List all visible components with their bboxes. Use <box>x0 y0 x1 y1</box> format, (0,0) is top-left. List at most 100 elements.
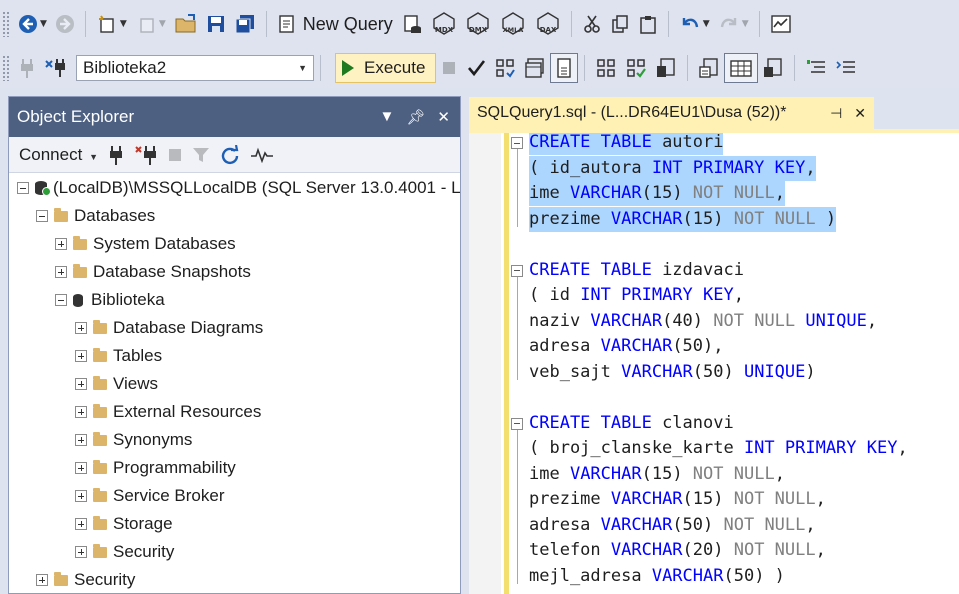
disconnect-icon[interactable] <box>134 144 158 166</box>
refresh-icon[interactable] <box>220 144 240 165</box>
tree-node[interactable]: Programmability <box>75 454 236 482</box>
cut-button[interactable] <box>578 9 606 39</box>
pin-icon[interactable]: 📌︎ <box>406 108 425 126</box>
analyze-query-button[interactable] <box>591 53 621 83</box>
tree-node[interactable]: Security <box>36 566 135 594</box>
tree-node[interactable]: Security <box>75 538 174 566</box>
expand-icon[interactable] <box>75 546 87 558</box>
window-position-dropdown-icon[interactable]: ▼ <box>380 108 395 126</box>
expand-icon[interactable] <box>75 434 87 446</box>
include-actual-plan-button[interactable] <box>621 53 651 83</box>
paste-button[interactable] <box>634 9 662 39</box>
sql-editor[interactable]: CREATE TABLE autori( id_autora INT PRIMA… <box>469 133 959 594</box>
collapse-region-icon[interactable] <box>511 137 523 149</box>
add-item-button[interactable]: ▼ <box>131 9 170 39</box>
code-line[interactable]: naziv VARCHAR(40) NOT NULL UNIQUE, <box>529 309 877 334</box>
tree-node[interactable]: Storage <box>75 510 173 538</box>
save-button[interactable] <box>202 9 230 39</box>
connect-dropdown-button[interactable]: Connect ▼ <box>19 145 98 165</box>
query-designer-button[interactable] <box>520 53 550 83</box>
expand-icon[interactable] <box>75 378 87 390</box>
expand-icon[interactable] <box>75 490 87 502</box>
comment-out-lines-button[interactable] <box>801 53 831 83</box>
tree-node[interactable]: Synonyms <box>75 426 192 454</box>
results-to-grid-button[interactable] <box>724 53 759 83</box>
toolbar-grip[interactable] <box>2 11 10 37</box>
tree-node[interactable]: Views <box>75 370 158 398</box>
code-line[interactable]: CREATE TABLE autori <box>529 133 724 155</box>
parse-button[interactable] <box>462 53 490 83</box>
filter-icon[interactable] <box>192 146 210 164</box>
code-line[interactable]: ( broj_clanske_karte INT PRIMARY KEY, <box>529 436 908 461</box>
tree-node[interactable]: Database Diagrams <box>75 314 263 342</box>
save-all-button[interactable] <box>230 9 260 39</box>
connect-plug-icon[interactable] <box>108 144 124 166</box>
collapse-icon[interactable] <box>17 182 29 194</box>
pin-tab-icon[interactable]: ⊣ <box>830 105 842 122</box>
display-estimated-plan-button[interactable] <box>490 53 520 83</box>
dax-query-button[interactable]: DAX <box>531 9 565 39</box>
mdx-query-button[interactable]: MDX <box>427 9 461 39</box>
available-databases-dropdown[interactable]: Biblioteka2 ▼ <box>76 55 314 81</box>
toolbar-grip[interactable] <box>2 55 10 81</box>
tree-node[interactable]: Service Broker <box>75 482 224 510</box>
tree-node[interactable]: Databases <box>36 202 155 230</box>
activity-monitor-icon[interactable] <box>250 147 274 163</box>
xmla-query-button[interactable]: XMLA <box>495 9 531 39</box>
code-line[interactable]: ( id INT PRIMARY KEY, <box>529 283 744 308</box>
code-line[interactable]: adresa VARCHAR(50) NOT NULL, <box>529 513 816 538</box>
code-line[interactable]: mejl_adresa VARCHAR(50) ) <box>529 564 785 589</box>
forward-button[interactable] <box>51 9 79 39</box>
tree-node[interactable]: External Resources <box>75 398 261 426</box>
close-icon[interactable]: ✕ <box>437 108 450 126</box>
back-button[interactable]: ▼ <box>14 9 51 39</box>
open-file-button[interactable] <box>170 9 202 39</box>
code-line[interactable]: veb_sajt VARCHAR(50) UNIQUE) <box>529 360 816 385</box>
code-line[interactable]: adresa VARCHAR(50), <box>529 334 724 359</box>
expand-icon[interactable] <box>36 574 48 586</box>
new-project-button[interactable]: ▼ <box>92 9 131 39</box>
stop-icon[interactable] <box>168 148 182 162</box>
code-line[interactable]: prezime VARCHAR(15) NOT NULL, <box>529 487 826 512</box>
code-line[interactable]: ( id_autora INT PRIMARY KEY, <box>529 155 816 181</box>
change-connection-button[interactable] <box>40 53 72 83</box>
tree-node[interactable]: Database Snapshots <box>55 258 251 286</box>
expand-icon[interactable] <box>75 462 87 474</box>
expand-icon[interactable] <box>75 406 87 418</box>
copy-button[interactable] <box>606 9 634 39</box>
results-to-text-button[interactable] <box>694 53 724 83</box>
collapse-region-icon[interactable] <box>511 264 523 277</box>
cancel-query-button[interactable] <box>436 53 462 83</box>
tree-node[interactable]: (LocalDB)\MSSQLLocalDB (SQL Server 13.0.… <box>17 174 461 202</box>
collapse-region-icon[interactable] <box>511 417 523 430</box>
panel-splitter[interactable] <box>461 96 469 594</box>
redo-button[interactable]: ▼ <box>714 9 753 39</box>
new-query-button[interactable]: New Query <box>273 9 397 39</box>
database-engine-query-button[interactable] <box>397 9 427 39</box>
expand-icon[interactable] <box>75 350 87 362</box>
expand-icon[interactable] <box>55 238 67 250</box>
activity-monitor-button[interactable] <box>766 9 796 39</box>
include-client-statistics-button[interactable] <box>651 53 681 83</box>
code-line[interactable]: CREATE TABLE izdavaci <box>529 258 744 283</box>
tree-node[interactable]: Tables <box>75 342 162 370</box>
collapse-icon[interactable] <box>55 294 67 306</box>
tree-node[interactable]: System Databases <box>55 230 236 258</box>
code-line[interactable]: ime VARCHAR(15) NOT NULL, <box>529 462 785 487</box>
uncomment-lines-button[interactable] <box>831 53 861 83</box>
editor-tab-sqlquery1[interactable]: SQLQuery1.sql - (L...DR64EU1\Dusa (52))*… <box>469 97 874 129</box>
results-to-file-button[interactable] <box>758 53 788 83</box>
expand-icon[interactable] <box>75 518 87 530</box>
undo-button[interactable]: ▼ <box>675 9 714 39</box>
connect-button[interactable] <box>14 53 40 83</box>
code-line[interactable]: prezime VARCHAR(15) NOT NULL ) <box>529 206 837 232</box>
close-tab-icon[interactable]: ✕ <box>854 105 866 122</box>
intellisense-toggle-button[interactable] <box>550 53 579 83</box>
code-line[interactable]: ime VARCHAR(15) NOT NULL, <box>529 181 785 206</box>
code-line[interactable]: CREATE TABLE clanovi <box>529 411 734 436</box>
dmx-query-button[interactable]: DMX <box>461 9 495 39</box>
tree-node[interactable]: Biblioteka <box>55 286 165 314</box>
code-line[interactable]: telefon VARCHAR(20) NOT NULL, <box>529 538 826 563</box>
expand-icon[interactable] <box>75 322 87 334</box>
execute-button[interactable]: Execute <box>335 53 437 83</box>
